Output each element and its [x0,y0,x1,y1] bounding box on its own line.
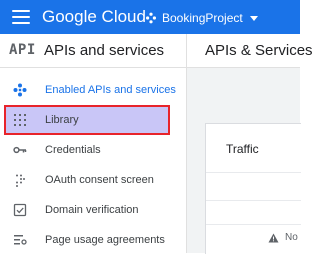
sidebar-item-page-usage-agreements[interactable]: Page usage agreements [0,225,186,255]
sidebar-item-library[interactable]: Library [4,105,170,135]
project-selector[interactable]: BookingProject [145,10,258,26]
left-panel-title: APIs and services [44,42,165,59]
project-name: BookingProject [162,11,243,25]
domain-checkbox-icon [13,203,27,217]
chart-gridline [206,200,301,201]
warning-icon [268,233,279,242]
sidebar-item-domain-verification[interactable]: Domain verification [0,195,186,225]
card-title: Traffic [226,142,259,156]
library-grid-icon [14,114,26,126]
sidebar-item-oauth-consent[interactable]: OAuth consent screen [0,165,186,195]
main-header: APIs & Services [187,34,313,68]
sidebar-item-label: Page usage agreements [45,234,165,246]
sidebar-item-label: Library [45,114,79,126]
settings-list-icon [14,235,27,245]
hamburger-menu-icon[interactable] [12,10,30,24]
api-logo-icon: API [9,42,36,58]
sidebar-item-label: Enabled APIs and services [45,84,176,96]
chevron-down-icon [249,15,258,21]
page-title: APIs & Services [205,42,313,59]
no-data-warning: No [268,232,298,243]
sidebar-item-label: OAuth consent screen [45,174,154,186]
sidebar-item-enabled-apis[interactable]: Enabled APIs and services [0,75,186,105]
key-icon [13,146,27,154]
project-hexagon-icon [146,12,156,24]
sidebar-item-credentials[interactable]: Credentials [0,135,186,165]
chart-gridline [206,172,301,173]
warning-text: No [285,232,298,243]
sidebar-nav: Enabled APIs and services Library Creden… [0,75,186,255]
traffic-card: Traffic No [205,123,301,254]
oauth-dots-icon [16,174,25,187]
top-app-bar: Google Cloud BookingProject [0,0,300,34]
left-panel-header: API APIs and services [0,34,186,68]
sidebar-item-label: Credentials [45,144,101,156]
enabled-apis-icon [13,83,27,97]
chart-gridline [206,224,301,225]
google-cloud-logo[interactable]: Google Cloud [42,7,146,27]
sidebar-item-label: Domain verification [45,204,139,216]
